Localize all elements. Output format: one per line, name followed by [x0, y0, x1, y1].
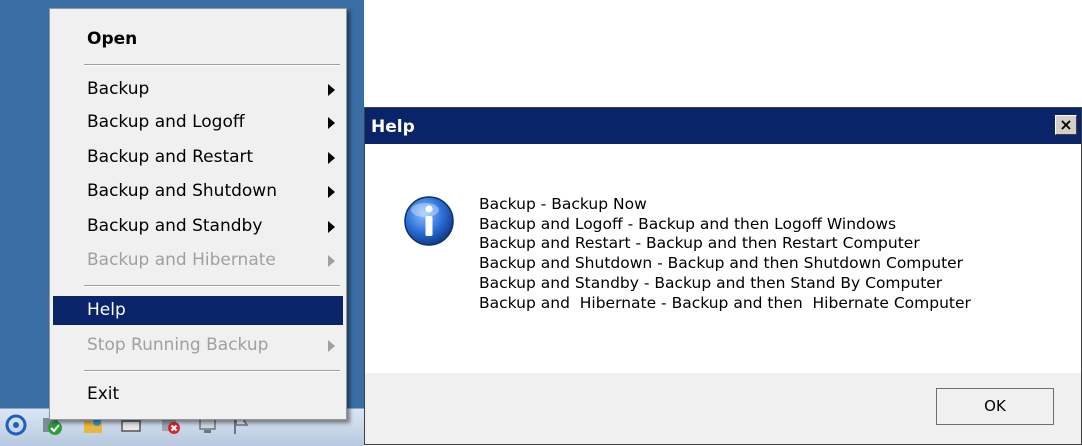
menu-item-label: Open: [87, 29, 138, 49]
menu-item-backup-standby[interactable]: Backup and Standby: [53, 212, 343, 241]
submenu-arrow-icon: [328, 255, 335, 267]
info-icon: [404, 196, 454, 246]
menu-separator: [84, 64, 340, 66]
help-dialog: Help × Backup - Backup Now Backup and Lo…: [364, 107, 1082, 445]
menu-item-label: Backup and Restart: [87, 147, 254, 167]
submenu-arrow-icon: [328, 186, 335, 198]
menu-item-label: Backup: [87, 79, 150, 99]
dialog-title: Help: [371, 117, 415, 137]
menu-item-label: Backup and Hibernate: [87, 250, 276, 270]
menu-item-label: Stop Running Backup: [87, 335, 269, 355]
menu-item-label: Help: [87, 300, 126, 320]
submenu-arrow-icon: [328, 84, 335, 96]
menu-item-open[interactable]: Open: [53, 25, 343, 54]
menu-item-label: Exit: [87, 384, 120, 404]
submenu-arrow-icon: [328, 152, 335, 164]
menu-separator: [84, 285, 340, 287]
menu-item-stop-running-backup[interactable]: Stop Running Backup: [53, 331, 343, 360]
submenu-arrow-icon: [328, 117, 335, 129]
menu-item-backup-shutdown[interactable]: Backup and Shutdown: [53, 177, 343, 206]
menu-item-label: Backup and Logoff: [87, 112, 245, 132]
help-line: Backup - Backup Now: [479, 195, 647, 213]
help-message: Backup - Backup Now Backup and Logoff - …: [479, 195, 971, 313]
menu-separator: [84, 370, 340, 372]
menu-item-backup-hibernate[interactable]: Backup and Hibernate: [53, 246, 343, 275]
ok-button[interactable]: OK: [936, 388, 1054, 425]
submenu-arrow-icon: [328, 221, 335, 233]
menu-item-backup-logoff[interactable]: Backup and Logoff: [53, 108, 343, 137]
menu-item-label: Backup and Standby: [87, 216, 263, 236]
menu-item-backup-restart[interactable]: Backup and Restart: [53, 143, 343, 172]
help-line: Backup and Shutdown - Backup and then Sh…: [479, 254, 964, 273]
menu-item-help[interactable]: Help: [53, 296, 343, 325]
menu-item-exit[interactable]: Exit: [53, 380, 343, 409]
help-line: Backup and Hibernate - Backup and then H…: [479, 293, 971, 312]
submenu-arrow-icon: [328, 340, 335, 352]
menu-item-label: Backup and Shutdown: [87, 181, 277, 201]
help-line: Backup and Restart - Backup and then Res…: [479, 234, 920, 253]
help-line: Backup and Logoff - Backup and then Logo…: [479, 214, 897, 233]
network-icon[interactable]: [3, 412, 29, 438]
help-line: Backup and Standby - Backup and then Sta…: [479, 273, 943, 292]
dialog-titlebar[interactable]: Help ×: [365, 108, 1081, 144]
menu-item-backup[interactable]: Backup: [53, 75, 343, 104]
close-button[interactable]: ×: [1055, 115, 1077, 135]
tray-context-menu: Open Backup Backup and Logoff Backup and…: [49, 8, 347, 420]
dialog-content: Backup - Backup Now Backup and Logoff - …: [365, 144, 1081, 373]
